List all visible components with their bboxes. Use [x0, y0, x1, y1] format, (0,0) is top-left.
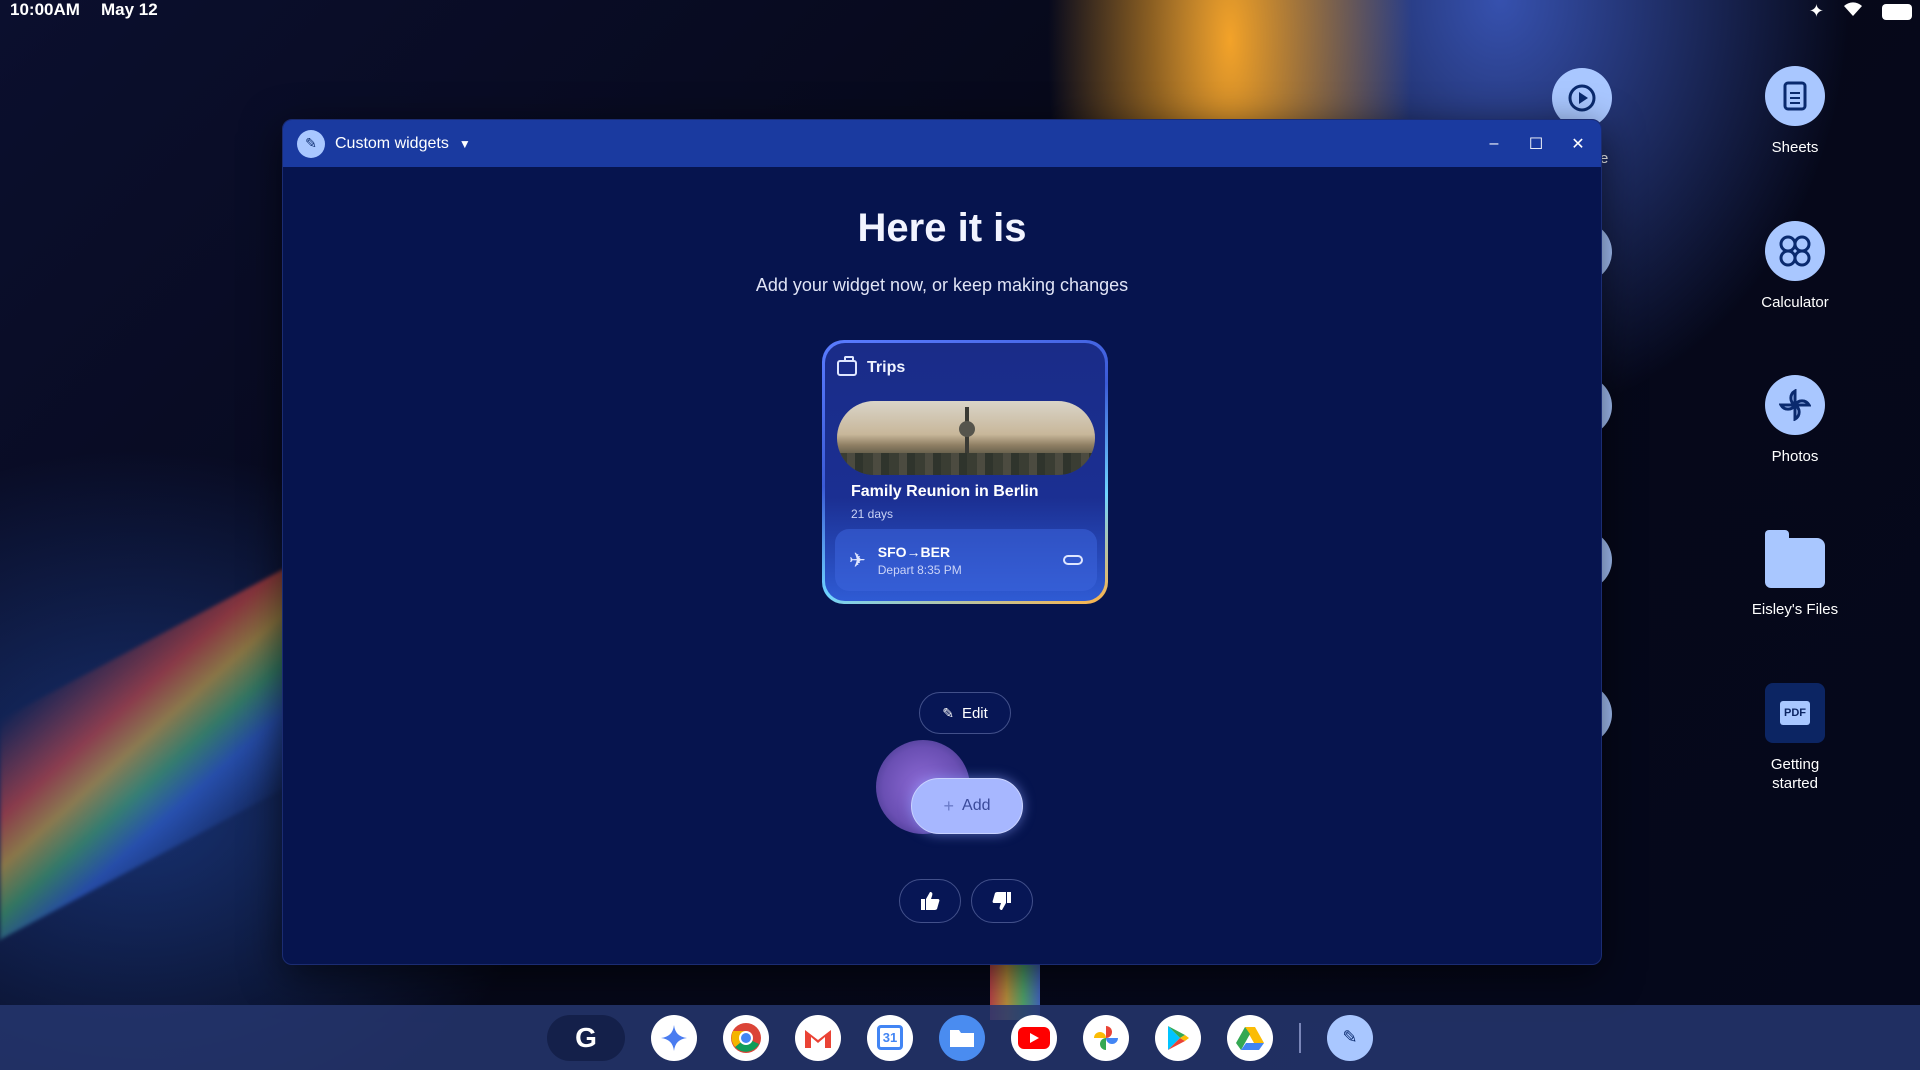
desktop-item-sheets[interactable]: Sheets — [1745, 66, 1845, 157]
berlin-skyline-image — [837, 401, 1095, 475]
custom-widgets-app[interactable]: ✎ — [1327, 1014, 1373, 1061]
window-titlebar[interactable]: ✎ Custom widgets ▼ – ☐ ✕ — [283, 120, 1601, 167]
youtube-icon — [1018, 1026, 1050, 1049]
play-store-app[interactable] — [1155, 1014, 1201, 1061]
widget-title: Trips — [867, 359, 906, 376]
edit-button-label: Edit — [961, 704, 988, 722]
skyline-shape — [837, 453, 1095, 475]
calculator-icon — [1765, 221, 1825, 281]
files-icon — [950, 1029, 974, 1047]
pdf-icon: PDF — [1765, 683, 1825, 743]
shelf-divider — [1299, 1022, 1301, 1053]
photos-app[interactable] — [1083, 1014, 1129, 1061]
window-title: Custom widgets — [335, 134, 449, 152]
page-title: Here it is — [857, 206, 1027, 250]
wifi-icon — [1842, 0, 1864, 23]
google-photos-icon — [1094, 1025, 1118, 1050]
desktop-item-files[interactable]: Eisley's Files — [1745, 528, 1845, 619]
gmail-icon — [805, 1029, 831, 1048]
gemini-app[interactable] — [651, 1014, 697, 1061]
status-tray[interactable]: ✦ — [1809, 0, 1912, 23]
thumbs-up-icon — [921, 892, 940, 910]
desktop-item-label: Photos — [1771, 448, 1819, 465]
chrome-app[interactable] — [723, 1014, 769, 1061]
pdf-badge: PDF — [1780, 701, 1810, 725]
shelf: G 31 ✎ — [0, 1005, 1920, 1070]
pencil-icon: ✎ — [942, 704, 954, 721]
launcher-button[interactable]: G — [547, 1014, 625, 1061]
custom-widgets-icon: ✎ — [1342, 1027, 1358, 1047]
wallpaper-rainbow — [0, 560, 300, 940]
minimize-button[interactable]: – — [1485, 135, 1503, 153]
youtube-app[interactable] — [1011, 1014, 1057, 1061]
files-app[interactable] — [939, 1014, 985, 1061]
flight-info: SFO→BER Depart 8:35 PM — [878, 544, 1051, 577]
custom-widgets-window: ✎ Custom widgets ▼ – ☐ ✕ Here it is Add … — [282, 119, 1602, 965]
add-button-label: Add — [962, 797, 991, 814]
airplane-icon: ✈ — [849, 549, 866, 572]
link-icon — [1063, 555, 1083, 565]
trip-name: Family Reunion in Berlin — [851, 483, 1039, 500]
desktop-item-calculator[interactable]: Calculator — [1745, 221, 1845, 312]
sheets-icon — [1765, 66, 1825, 126]
plus-icon: + — [943, 795, 955, 816]
flight-time: Depart 8:35 PM — [877, 562, 962, 577]
trips-widget-preview: Trips Family Reunion in Berlin 21 days ✈… — [822, 340, 1108, 604]
trip-duration: 21 days — [851, 507, 894, 521]
flight-row: ✈ SFO→BER Depart 8:35 PM — [835, 529, 1097, 591]
widget-body: Trips Family Reunion in Berlin 21 days ✈… — [825, 343, 1105, 601]
status-time: 10:00AM — [10, 0, 80, 19]
calendar-icon: 31 — [876, 1025, 904, 1050]
add-button[interactable]: + Add — [911, 778, 1023, 834]
thumbs-down-button[interactable] — [971, 879, 1033, 923]
window-controls: – ☐ ✕ — [1485, 120, 1587, 167]
close-button[interactable]: ✕ — [1569, 134, 1587, 154]
thumbs-down-icon — [992, 892, 1011, 910]
desktop-item-label: Calculator — [1761, 294, 1829, 311]
edit-button[interactable]: ✎ Edit — [919, 692, 1011, 734]
battery-icon — [1882, 3, 1912, 20]
gmail-app[interactable] — [795, 1014, 841, 1061]
chrome-icon — [731, 1022, 761, 1053]
folder-icon — [1765, 530, 1825, 588]
desktop-item-label: Getting started — [1770, 756, 1820, 792]
desktop-item-label: Eisley's Files — [1751, 601, 1839, 618]
tv-tower-sphere — [959, 421, 975, 437]
calendar-app[interactable]: 31 — [867, 1014, 913, 1061]
suitcase-icon — [837, 356, 857, 376]
page-subtitle: Add your widget now, or keep making chan… — [755, 275, 1129, 295]
google-g-icon: G — [575, 1021, 597, 1053]
chevron-down-icon[interactable]: ▼ — [459, 137, 471, 151]
desktop-item-label: Sheets — [1771, 139, 1819, 156]
flight-route: SFO→BER — [877, 543, 951, 560]
photos-icon — [1765, 375, 1825, 435]
play-store-icon — [1168, 1025, 1189, 1050]
widget-header: Trips — [837, 356, 906, 377]
status-date: May 12 — [101, 0, 158, 19]
thumbs-up-button[interactable] — [899, 879, 961, 923]
sparkle-icon[interactable]: ✦ — [1809, 1, 1824, 22]
maximize-button[interactable]: ☐ — [1527, 134, 1545, 154]
drive-icon — [1236, 1026, 1264, 1050]
desktop-item-getting-started[interactable]: PDF Getting started — [1745, 683, 1845, 793]
drive-app[interactable] — [1227, 1014, 1273, 1061]
custom-widgets-app-icon: ✎ — [297, 129, 325, 158]
gemini-icon — [661, 1024, 687, 1051]
desktop-item-photos[interactable]: Photos — [1745, 375, 1845, 466]
